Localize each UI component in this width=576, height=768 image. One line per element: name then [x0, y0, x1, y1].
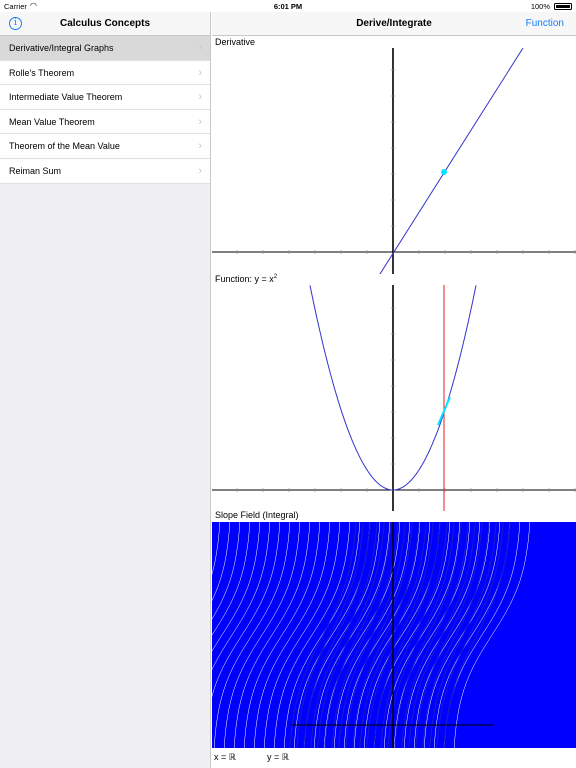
list-item-label: Reiman Sum — [9, 165, 62, 176]
y-domain-label: y = ℝ — [267, 752, 289, 762]
status-bar: Carrier ◠ 6:01 PM 100% — [0, 0, 576, 12]
chevron-right-icon: › — [198, 164, 202, 177]
list-item[interactable]: Intermediate Value Theorem › — [0, 85, 210, 110]
detail-navbar: Derive/Integrate Function — [212, 12, 576, 36]
master-pane: i Calculus Concepts Derivative/Integral … — [0, 12, 211, 768]
list-item-label: Mean Value Theorem — [9, 116, 95, 127]
derivative-graph[interactable] — [212, 48, 576, 274]
battery-icon — [554, 3, 572, 10]
x-domain-label: x = ℝ — [214, 752, 236, 762]
clock: 6:01 PM — [273, 2, 303, 11]
list-item[interactable]: Derivative/Integral Graphs › — [0, 36, 210, 61]
list-item[interactable]: Mean Value Theorem › — [0, 110, 210, 135]
function-graph[interactable] — [212, 285, 576, 511]
chevron-right-icon: › — [198, 42, 202, 54]
list-item[interactable]: Reiman Sum › — [0, 159, 210, 184]
list-item[interactable]: Theorem of the Mean Value › — [0, 134, 210, 159]
chevron-right-icon: › — [198, 115, 202, 128]
slope-field-label: Slope Field (Integral) — [215, 510, 299, 520]
derivative-point — [441, 169, 447, 175]
detail-pane: Derive/Integrate Function Derivative Fun… — [212, 12, 576, 768]
derivative-line — [379, 48, 524, 274]
list-item-label: Rolle's Theorem — [9, 67, 75, 78]
chevron-right-icon: › — [198, 140, 202, 153]
function-button[interactable]: Function — [526, 18, 564, 29]
slope-field-graph[interactable] — [212, 522, 576, 748]
list-item-label: Intermediate Value Theorem — [9, 92, 123, 103]
chevron-right-icon: › — [198, 66, 202, 79]
list-item-label: Theorem of the Mean Value — [9, 141, 120, 152]
function-label: Function: y = x2 — [215, 274, 278, 284]
detail-title: Derive/Integrate — [356, 18, 432, 29]
list-item-label: Derivative/Integral Graphs — [9, 43, 114, 53]
chevron-right-icon: › — [198, 91, 202, 104]
master-title: Calculus Concepts — [59, 18, 151, 29]
derivative-label: Derivative — [215, 37, 256, 47]
master-navbar: i Calculus Concepts — [0, 12, 210, 36]
list-item[interactable]: Rolle's Theorem › — [0, 61, 210, 86]
battery-percent: 100% — [530, 2, 550, 11]
concept-list: Derivative/Integral Graphs › Rolle's The… — [0, 36, 210, 184]
